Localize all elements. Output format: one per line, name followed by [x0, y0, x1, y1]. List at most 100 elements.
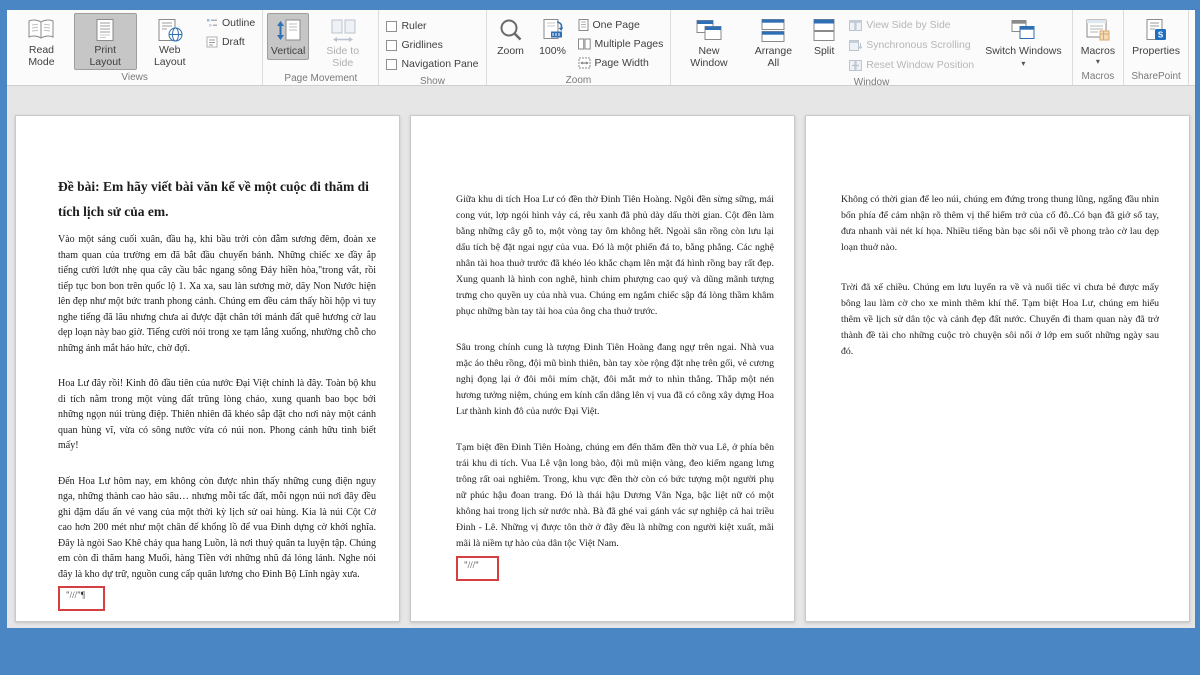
gridlines-checkbox[interactable]: Gridlines — [384, 37, 480, 53]
zoom-button[interactable]: Zoom — [491, 13, 531, 60]
print-layout-label: Print Layout — [78, 45, 133, 68]
draft-label: Draft — [222, 36, 245, 48]
essay-title: Đề bài: Em hãy viết bài văn kể về một cu… — [58, 174, 376, 224]
document-page-3[interactable]: Không có thời gian để leo núi, chúng em … — [805, 115, 1190, 622]
svg-text:S: S — [1158, 31, 1164, 40]
view-side-by-side-button[interactable]: View Side by Side — [847, 17, 976, 33]
print-layout-icon — [92, 18, 118, 42]
reset-window-position-icon — [849, 60, 862, 71]
multiple-pages-label: Multiple Pages — [595, 38, 664, 50]
navigation-pane-label: Navigation Pane — [401, 58, 478, 70]
vertical-button[interactable]: Vertical — [267, 13, 309, 60]
zoom-icon — [498, 18, 524, 43]
document-page-2[interactable]: Giữa khu di tích Hoa Lư có đền thờ Đinh … — [410, 115, 795, 622]
new-window-icon — [694, 18, 724, 43]
document-page-1[interactable]: Đề bài: Em hãy viết bài văn kể về một cu… — [15, 115, 400, 622]
paragraph: Không có thời gian để leo núi, chúng em … — [841, 192, 1159, 256]
outline-label: Outline — [222, 17, 255, 29]
outline-button[interactable]: Outline — [204, 15, 257, 31]
paragraph: Tạm biệt đền Đinh Tiên Hoàng, chúng em đ… — [456, 440, 774, 552]
paragraph: Đến Hoa Lư hôm nay, em không còn được nh… — [58, 474, 376, 583]
paragraph: Trời đã xế chiều. Chúng em lưu luyến ra … — [841, 280, 1159, 360]
ruler-checkbox[interactable]: Ruler — [384, 18, 480, 34]
synchronous-scrolling-label: Synchronous Scrolling — [866, 39, 970, 51]
macros-group-label: Macros — [1076, 70, 1120, 85]
print-layout-button[interactable]: Print Layout — [74, 13, 137, 70]
properties-label: Properties — [1132, 46, 1180, 58]
paragraph: Giữa khu di tích Hoa Lư có đền thờ Đinh … — [456, 192, 774, 320]
zoom-100-label: 100% — [539, 46, 566, 58]
ribbon-empty-space — [1189, 10, 1195, 85]
ruler-label: Ruler — [401, 20, 426, 32]
checkbox-icon — [386, 59, 397, 70]
ribbon-group-zoom: Zoom 100% One Page — [487, 10, 672, 85]
multiple-pages-button[interactable]: Multiple Pages — [576, 36, 666, 52]
checkbox-icon — [386, 21, 397, 32]
highlighted-formatting-marks: "///" — [456, 556, 499, 581]
split-icon — [809, 18, 839, 43]
one-page-label: One Page — [593, 19, 640, 31]
read-mode-icon — [26, 18, 56, 42]
macros-icon — [1083, 18, 1113, 43]
paragraph: Hoa Lư đây rồi! Kinh đô đầu tiên của nướ… — [58, 376, 376, 454]
properties-icon: S — [1141, 18, 1171, 43]
vertical-label: Vertical — [271, 46, 305, 58]
web-layout-label: Web Layout — [143, 45, 197, 68]
page-width-button[interactable]: Page Width — [576, 55, 666, 71]
new-window-label: New Window — [679, 46, 738, 69]
synchronous-scrolling-button[interactable]: Synchronous Scrolling — [847, 37, 976, 53]
web-layout-icon — [156, 18, 184, 42]
checkbox-icon — [386, 40, 397, 51]
page-width-icon — [578, 57, 591, 69]
ribbon-group-page-movement: Vertical Side to Side Page Movement — [263, 10, 379, 85]
switch-windows-icon — [1008, 18, 1038, 43]
split-button[interactable]: Split — [804, 13, 844, 60]
multiple-pages-icon — [578, 38, 591, 50]
macros-label: Macros — [1081, 46, 1115, 58]
outline-icon — [206, 17, 218, 29]
chevron-down-icon: ▾ — [1096, 58, 1100, 66]
arrange-all-button[interactable]: Arrange All — [745, 13, 803, 71]
page-movement-group-label: Page Movement — [266, 72, 375, 85]
word-window-frame: Read Mode Print Layout Web Layout — [0, 0, 1200, 675]
views-group-label: Views — [10, 71, 259, 85]
highlighted-formatting-marks: "///"¶ — [58, 586, 105, 611]
ribbon-group-show: Ruler Gridlines Navigation Pane Show — [379, 10, 486, 85]
navigation-pane-checkbox[interactable]: Navigation Pane — [384, 56, 480, 72]
vertical-icon — [274, 18, 302, 43]
one-page-button[interactable]: One Page — [576, 17, 666, 33]
view-side-by-side-icon — [849, 20, 862, 31]
split-label: Split — [814, 46, 834, 58]
macros-button[interactable]: Macros ▾ — [1077, 13, 1119, 68]
synchronous-scrolling-icon — [849, 40, 862, 51]
arrange-all-icon — [758, 18, 788, 43]
zoom-100-icon — [540, 18, 566, 43]
new-window-button[interactable]: New Window — [675, 13, 742, 71]
draft-button[interactable]: Draft — [204, 34, 257, 50]
arrange-all-label: Arrange All — [749, 46, 799, 69]
side-to-side-button[interactable]: Side to Side — [311, 13, 374, 71]
switch-windows-label: Switch Windows ▾ — [983, 46, 1064, 69]
ribbon-group-views: Read Mode Print Layout Web Layout — [7, 10, 263, 85]
read-mode-label: Read Mode — [15, 45, 68, 68]
side-to-side-icon — [328, 18, 358, 43]
zoom-label: Zoom — [497, 46, 524, 58]
paragraph: Sâu trong chính cung là tượng Đinh Tiên … — [456, 340, 774, 420]
properties-button[interactable]: S Properties — [1128, 13, 1184, 60]
draft-icon — [206, 36, 218, 48]
reset-window-position-button[interactable]: Reset Window Position — [847, 57, 976, 73]
reset-window-position-label: Reset Window Position — [866, 59, 974, 71]
zoom-100-button[interactable]: 100% — [533, 13, 573, 60]
page-width-label: Page Width — [595, 57, 649, 69]
switch-windows-button[interactable]: Switch Windows ▾ — [979, 13, 1068, 71]
read-mode-button[interactable]: Read Mode — [11, 13, 72, 70]
document-canvas: Đề bài: Em hãy viết bài văn kể về một cu… — [7, 86, 1195, 628]
web-layout-button[interactable]: Web Layout — [139, 13, 201, 70]
chevron-down-icon: ▾ — [1021, 59, 1025, 68]
sharepoint-group-label: SharePoint — [1127, 70, 1185, 85]
gridlines-label: Gridlines — [401, 39, 442, 51]
ribbon-group-window: New Window Arrange All Split — [671, 10, 1072, 85]
view-ribbon: Read Mode Print Layout Web Layout — [7, 10, 1195, 86]
side-to-side-label: Side to Side — [315, 46, 370, 69]
view-side-by-side-label: View Side by Side — [866, 19, 950, 31]
